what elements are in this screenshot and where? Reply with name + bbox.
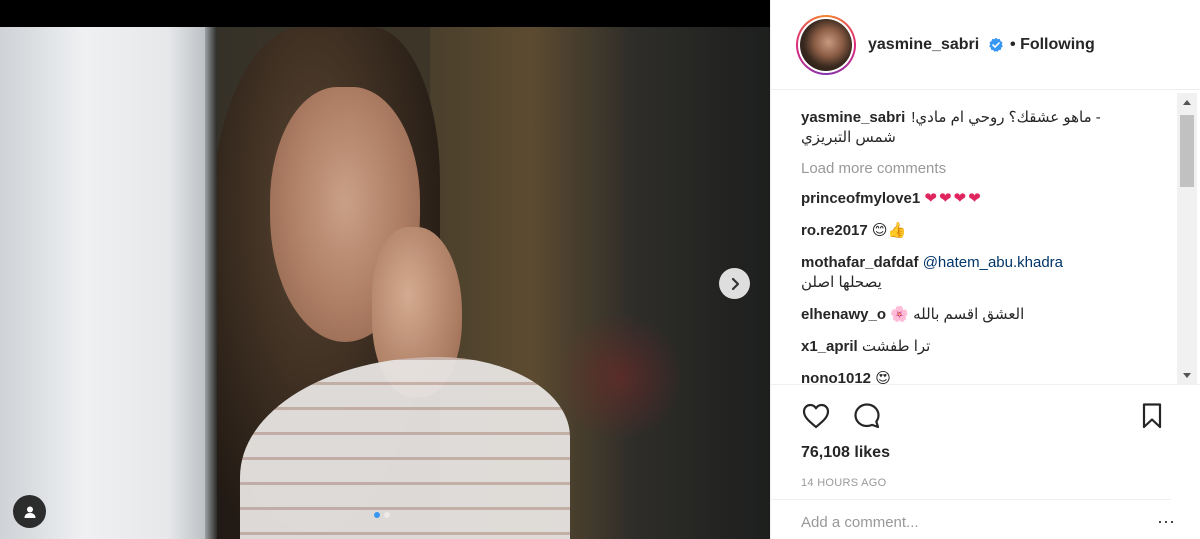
comment-bubble-icon[interactable] <box>852 401 882 431</box>
comment-mention-link[interactable]: @hatem_abu.khadra <box>923 254 1063 271</box>
avatar-frame <box>798 17 854 73</box>
caption-text: - ماهو عشقك؟ روحي ام مادي! <box>911 109 1101 126</box>
carousel-dot <box>384 512 390 518</box>
caption-username[interactable]: yasmine_sabri <box>801 108 905 128</box>
post-photo[interactable] <box>0 27 770 539</box>
post-timestamp[interactable]: 14 HOURS AGO <box>801 477 887 489</box>
caption: yasmine_sabri - ماهو عشقك؟ روحي ام مادي!… <box>801 108 1181 148</box>
separator-dot: • <box>1010 36 1016 53</box>
carousel-dot-active <box>374 512 380 518</box>
like-count[interactable]: 76,108 likes <box>801 444 890 462</box>
scroll-up-arrow-icon[interactable] <box>1177 93 1197 110</box>
comments-list[interactable]: yasmine_sabri - ماهو عشقك؟ روحي ام مادي!… <box>771 90 1181 384</box>
comment-item: princeofmylove1 ❤❤❤❤ <box>801 189 1181 209</box>
comment-username[interactable]: x1_april <box>801 338 858 355</box>
avatar-story-ring[interactable] <box>796 15 856 75</box>
avatar <box>800 19 852 71</box>
post-header: yasmine_sabri • Following <box>771 0 1200 90</box>
tagged-people-button[interactable] <box>13 495 46 528</box>
heart-icon[interactable] <box>801 401 831 431</box>
comment-username[interactable]: mothafar_dafdaf <box>801 254 919 271</box>
scrollbar-thumb[interactable] <box>1180 115 1194 187</box>
media-top-bar <box>0 0 770 27</box>
post-side-panel: yasmine_sabri • Following yasmine_sabri … <box>770 0 1200 539</box>
comment-text: 😊👍 <box>871 222 907 239</box>
add-comment-section: ··· <box>771 499 1175 539</box>
photo-blur <box>560 307 680 447</box>
comment-text: ❤❤❤❤ <box>924 190 983 207</box>
comment-item: ro.re2017 😊👍 <box>801 221 1181 241</box>
person-tag-icon <box>24 506 35 518</box>
follow-status[interactable]: • Following <box>1010 36 1095 54</box>
instagram-post: yasmine_sabri • Following yasmine_sabri … <box>0 0 1200 539</box>
comments-scrollbar[interactable] <box>1177 93 1197 384</box>
comment-text: يصحلها اصلن <box>801 274 882 291</box>
post-actions: 76,108 likes 14 HOURS AGO ··· <box>771 384 1200 539</box>
comment-text: ترا طفشت <box>861 338 931 355</box>
chevron-right-icon <box>731 277 739 290</box>
comment-username[interactable]: nono1012 <box>801 370 871 384</box>
bookmark-icon[interactable] <box>1137 401 1167 431</box>
carousel-next-button[interactable] <box>719 268 750 299</box>
caption-text-line2: شمس التبريزي <box>801 129 896 146</box>
photo-window-light <box>0 27 210 539</box>
comment-username[interactable]: ro.re2017 <box>801 222 868 239</box>
post-username[interactable]: yasmine_sabri <box>868 36 979 54</box>
carousel-indicator <box>374 512 390 518</box>
scroll-down-arrow-icon[interactable] <box>1177 367 1197 384</box>
following-label: Following <box>1020 36 1095 53</box>
add-comment-input[interactable] <box>801 510 1131 534</box>
caption-line: yasmine_sabri - ماهو عشقك؟ روحي ام مادي! <box>801 108 1181 128</box>
comment-username[interactable]: elhenawy_o <box>801 306 886 323</box>
load-more-comments-link[interactable]: Load more comments <box>801 160 1181 177</box>
comment-text: العشق اقسم بالله 🌸 <box>890 306 1025 323</box>
comment-item: x1_april ترا طفشت <box>801 337 1181 357</box>
post-media <box>0 0 770 539</box>
comment-item: elhenawy_o العشق اقسم بالله 🌸 <box>801 305 1181 325</box>
comment-text: 😍 <box>875 370 891 384</box>
verified-badge-icon <box>989 37 1003 52</box>
comment-item: mothafar_dafdaf @hatem_abu.khadra يصحلها… <box>801 253 1181 293</box>
comment-username[interactable]: princeofmylove1 <box>801 190 920 207</box>
more-options-icon[interactable]: ··· <box>1157 512 1175 530</box>
photo-window-edge <box>205 27 217 539</box>
comment-item: nono1012 😍 <box>801 369 1181 384</box>
